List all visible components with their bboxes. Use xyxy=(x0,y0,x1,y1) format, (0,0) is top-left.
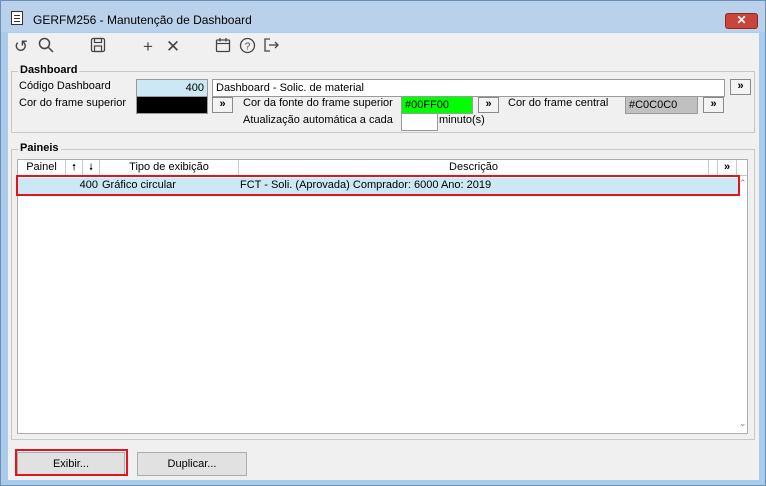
descricao-field[interactable]: Dashboard - Solic. de material xyxy=(212,79,725,97)
calendar-icon[interactable] xyxy=(213,37,233,57)
duplicar-button[interactable]: Duplicar... xyxy=(137,452,247,476)
paineis-table: Painel 🠕 🠗 Tipo de exibição Descrição » … xyxy=(16,159,748,434)
codigo-label: Código Dashboard xyxy=(19,80,111,92)
client-area: ↺ + ✕ ? Dashboard Código Dashboard 400 D… xyxy=(8,33,759,480)
dashboard-group: Dashboard Código Dashboard 400 Dashboard… xyxy=(11,64,755,133)
columns-more-button[interactable]: » xyxy=(717,160,737,175)
col-tipo[interactable]: Tipo de exibição xyxy=(100,160,239,175)
table-header: Painel 🠕 🠗 Tipo de exibição Descrição » xyxy=(18,160,747,176)
exit-icon[interactable] xyxy=(261,37,281,57)
exibir-highlight-box xyxy=(15,449,128,476)
cor-fonte-button[interactable]: » xyxy=(478,97,499,113)
delete-icon[interactable]: ✕ xyxy=(163,37,183,57)
save-icon[interactable] xyxy=(88,37,108,57)
cor-frame-central-label: Cor do frame central xyxy=(508,97,609,109)
table-scrollbar[interactable]: ⌃ ⌄ xyxy=(739,178,748,434)
move-up-button[interactable]: 🠕 xyxy=(66,160,83,175)
close-button[interactable]: ✕ xyxy=(725,13,758,29)
help-icon[interactable]: ? xyxy=(237,37,257,57)
cor-frame-superior-label: Cor do frame superior xyxy=(19,97,126,109)
atualizacao-field[interactable] xyxy=(401,113,438,131)
app-window: GERFM256 - Manutenção de Dashboard ✕ ↺ +… xyxy=(0,0,766,486)
document-icon xyxy=(11,11,23,25)
row-highlight-box xyxy=(16,175,740,196)
col-descricao[interactable]: Descrição xyxy=(239,160,709,175)
cor-frame-central-button[interactable]: » xyxy=(703,97,724,113)
paineis-group-title: Paineis xyxy=(18,142,61,154)
col-painel[interactable]: Painel xyxy=(18,160,66,175)
cor-fonte-field[interactable]: #00FF00 xyxy=(401,96,473,114)
svg-text:?: ? xyxy=(244,42,250,53)
minutos-label: minuto(s) xyxy=(439,114,485,126)
dashboard-group-title: Dashboard xyxy=(18,64,80,76)
refresh-icon[interactable]: ↺ xyxy=(11,37,31,57)
scroll-down-icon[interactable]: ⌄ xyxy=(739,418,747,429)
scroll-up-icon[interactable]: ⌃ xyxy=(739,178,747,189)
descricao-more-button[interactable]: » xyxy=(730,79,751,95)
cor-fonte-label: Cor da fonte do frame superior xyxy=(243,97,393,109)
toolbar: ↺ + ✕ ? xyxy=(8,33,759,62)
title-bar: GERFM256 - Manutenção de Dashboard ✕ xyxy=(1,1,765,32)
move-down-button[interactable]: 🠗 xyxy=(83,160,100,175)
codigo-field[interactable]: 400 xyxy=(136,79,208,97)
add-icon[interactable]: + xyxy=(138,37,158,57)
atualizacao-label: Atualização automática a cada xyxy=(243,114,393,126)
cor-frame-superior-button[interactable]: » xyxy=(212,97,233,113)
cor-frame-superior-swatch[interactable] xyxy=(136,96,208,114)
search-icon[interactable] xyxy=(36,37,56,57)
window-title: GERFM256 - Manutenção de Dashboard xyxy=(33,13,252,27)
cor-frame-central-field[interactable]: #C0C0C0 xyxy=(625,96,698,114)
